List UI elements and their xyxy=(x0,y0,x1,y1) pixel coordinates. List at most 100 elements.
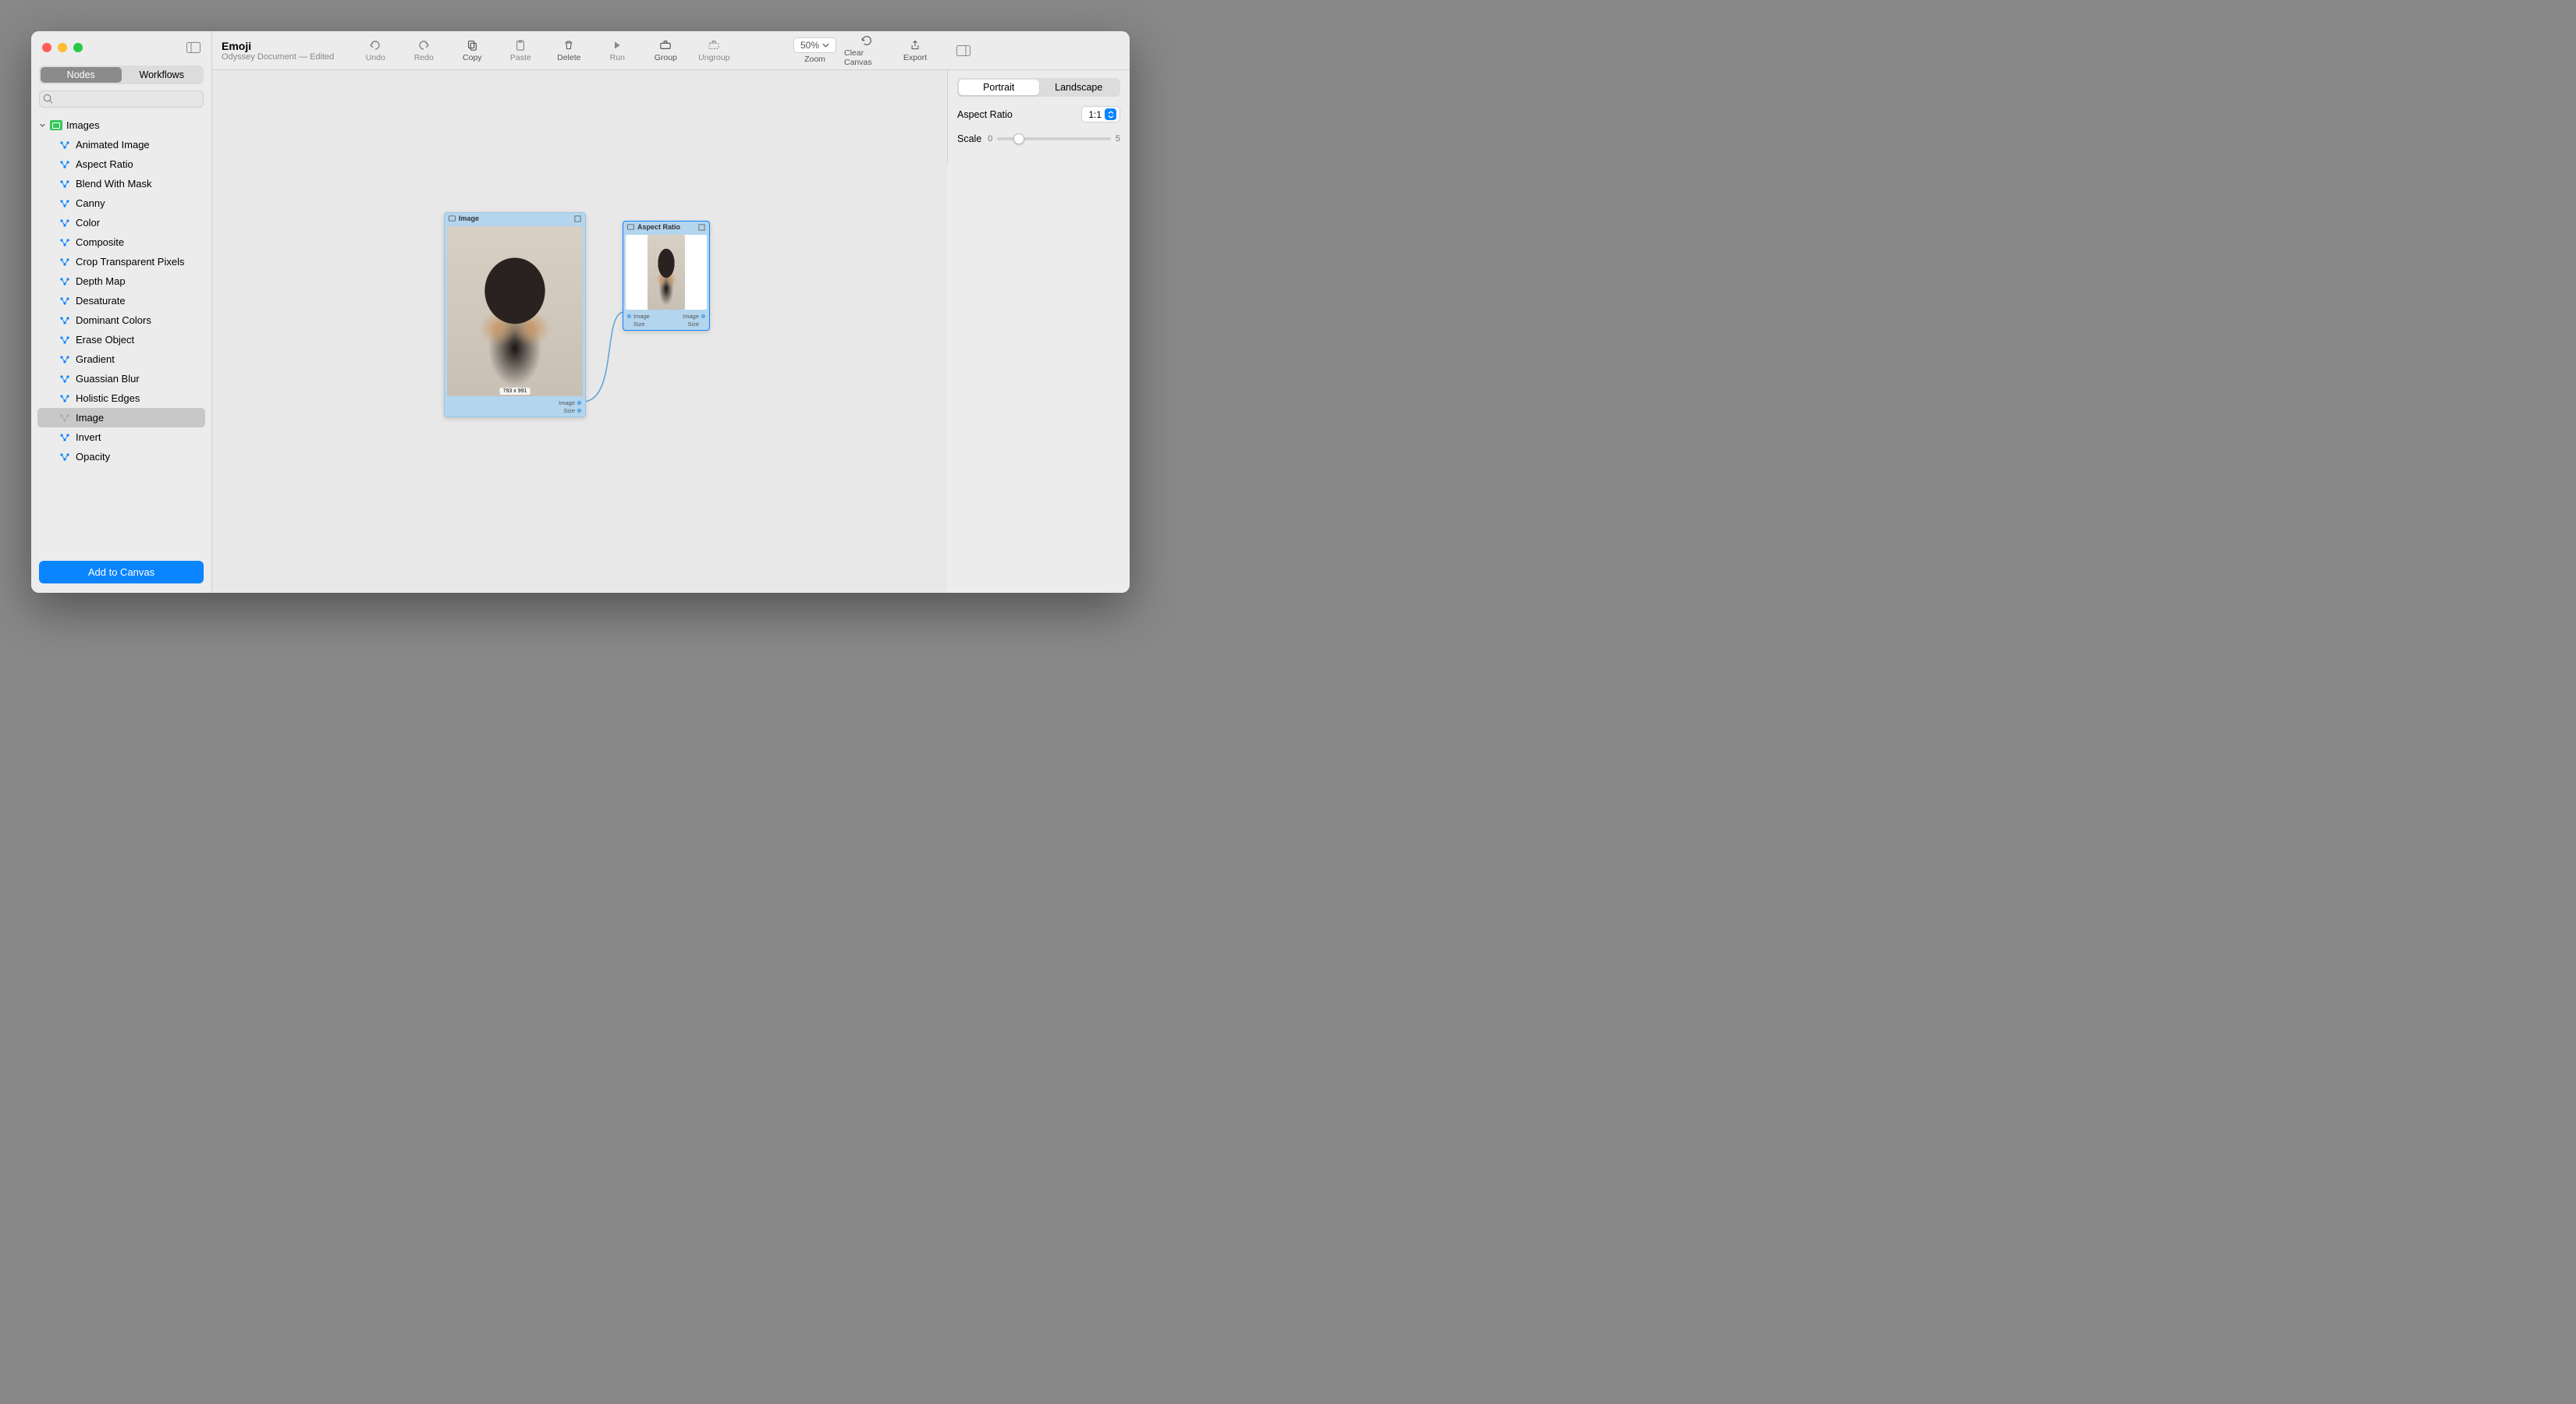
tree-item-label: Holistic Edges xyxy=(76,392,140,404)
copy-button[interactable]: Copy xyxy=(449,39,495,62)
slider-thumb[interactable] xyxy=(1013,133,1024,144)
search-icon xyxy=(43,94,53,104)
aspect-ratio-row: Aspect Ratio 1:1 xyxy=(957,106,1120,122)
search-input[interactable] xyxy=(39,90,204,108)
chevron-down-icon xyxy=(39,122,46,129)
input-port-image[interactable]: Image xyxy=(627,313,650,320)
node-tree: Images Animated Image Aspect Ratio Blend W… xyxy=(31,112,211,555)
tree-item-canny[interactable]: Canny xyxy=(37,193,205,213)
paste-button[interactable]: Paste xyxy=(498,39,543,62)
undo-button[interactable]: Undo xyxy=(353,39,398,62)
node-type-icon xyxy=(59,199,70,208)
tree-item-label: Color xyxy=(76,217,100,229)
node-type-icon xyxy=(59,160,70,169)
tree-item-color[interactable]: Color xyxy=(37,213,205,232)
toggle-right-sidebar-icon[interactable] xyxy=(956,45,970,56)
tree-item-holistic-edges[interactable]: Holistic Edges xyxy=(37,388,205,408)
ungroup-icon xyxy=(707,39,721,51)
landscape-tab[interactable]: Landscape xyxy=(1039,80,1119,95)
node-type-icon xyxy=(59,374,70,384)
image-icon xyxy=(627,224,634,230)
tree-item-depth-map[interactable]: Depth Map xyxy=(37,271,205,291)
tree-item-aspect-ratio[interactable]: Aspect Ratio xyxy=(37,154,205,174)
close-window-button[interactable] xyxy=(42,43,51,52)
group-button[interactable]: Group xyxy=(643,39,688,62)
node-type-icon xyxy=(59,140,70,150)
output-port-size[interactable]: Size xyxy=(687,321,705,328)
node-type-icon xyxy=(59,452,70,462)
tree-group-label: Images xyxy=(66,119,100,131)
node-type-icon xyxy=(59,179,70,189)
image-icon xyxy=(449,215,456,222)
zoom-dropdown[interactable]: 50% xyxy=(793,37,836,53)
node-header: Aspect Ratio xyxy=(623,222,709,232)
left-sidebar: Nodes Workflows Images Animated Image Asp… xyxy=(31,31,212,593)
output-port-image[interactable]: Image xyxy=(559,399,581,406)
export-button[interactable]: Export xyxy=(892,39,938,62)
document-subtitle: Odyssey Document — Edited xyxy=(222,52,334,62)
node-image-preview: 793 x 991 xyxy=(447,226,583,396)
image-dimensions: 793 x 991 xyxy=(500,388,530,395)
tree-item-invert[interactable]: Invert xyxy=(37,427,205,447)
ungroup-button[interactable]: Ungroup xyxy=(691,39,736,62)
orientation-segmented: Portrait Landscape xyxy=(957,78,1120,97)
canvas-node-image[interactable]: Image 793 x 991 Image Size xyxy=(444,212,586,417)
run-button[interactable]: Run xyxy=(594,39,640,62)
zoom-control: 50% Zoom xyxy=(789,37,841,64)
delete-button[interactable]: Delete xyxy=(546,39,591,62)
images-folder-icon xyxy=(50,120,62,130)
expand-icon[interactable] xyxy=(574,215,581,222)
tree-item-image[interactable]: Image xyxy=(37,408,205,427)
node-type-icon xyxy=(59,335,70,345)
node-image-preview xyxy=(626,235,707,310)
tree-group-images[interactable]: Images xyxy=(36,115,207,135)
aspect-ratio-label: Aspect Ratio xyxy=(957,109,1013,120)
clear-canvas-button[interactable]: Clear Canvas xyxy=(844,34,889,67)
tree-item-desaturate[interactable]: Desaturate xyxy=(37,291,205,310)
scale-row: Scale 0 5 xyxy=(957,133,1120,144)
tree-item-composite[interactable]: Composite xyxy=(37,232,205,252)
scale-slider[interactable] xyxy=(997,137,1110,140)
portrait-tab[interactable]: Portrait xyxy=(959,80,1039,95)
tree-item-label: Desaturate xyxy=(76,295,126,307)
inspector-toolbar xyxy=(947,31,1130,70)
toggle-left-sidebar-icon[interactable] xyxy=(186,42,200,53)
tree-item-animated-image[interactable]: Animated Image xyxy=(37,135,205,154)
scale-label: Scale xyxy=(957,133,981,144)
node-type-icon xyxy=(59,218,70,228)
tree-item-label: Aspect Ratio xyxy=(76,158,133,170)
node-type-icon xyxy=(59,296,70,306)
tree-item-gradient[interactable]: Gradient xyxy=(37,349,205,369)
tree-item-dominant-colors[interactable]: Dominant Colors xyxy=(37,310,205,330)
tree-item-label: Gradient xyxy=(76,353,115,365)
tab-workflows[interactable]: Workflows xyxy=(122,67,203,83)
node-type-icon xyxy=(59,277,70,286)
node-type-icon xyxy=(59,238,70,247)
output-port-image[interactable]: Image xyxy=(683,313,705,320)
tab-nodes[interactable]: Nodes xyxy=(41,67,122,83)
tree-item-blend-with-mask[interactable]: Blend With Mask xyxy=(37,174,205,193)
scale-min: 0 xyxy=(988,134,992,144)
tree-item-guassian-blur[interactable]: Guassian Blur xyxy=(37,369,205,388)
main-area: Emoji Odyssey Document — Edited Undo Red… xyxy=(212,31,947,593)
node-type-icon xyxy=(59,433,70,442)
expand-icon[interactable] xyxy=(698,224,705,231)
tree-item-crop-transparent-pixels[interactable]: Crop Transparent Pixels xyxy=(37,252,205,271)
tree-item-label: Crop Transparent Pixels xyxy=(76,256,184,268)
canvas[interactable]: Image 793 x 991 Image Size xyxy=(212,70,947,593)
redo-button[interactable]: Redo xyxy=(401,39,446,62)
minimize-window-button[interactable] xyxy=(58,43,67,52)
tree-item-label: Composite xyxy=(76,236,124,248)
tree-item-label: Image xyxy=(76,412,104,424)
add-to-canvas-button[interactable]: Add to Canvas xyxy=(39,561,204,583)
input-port-size[interactable]: Size xyxy=(627,321,650,328)
tree-item-label: Blend With Mask xyxy=(76,178,152,190)
tree-item-opacity[interactable]: Opacity xyxy=(37,447,205,466)
canvas-node-aspect-ratio[interactable]: Aspect Ratio Image Size Image Size xyxy=(623,221,710,331)
aspect-ratio-dropdown[interactable]: 1:1 xyxy=(1081,106,1120,122)
fullscreen-window-button[interactable] xyxy=(73,43,83,52)
output-port-size[interactable]: Size xyxy=(563,407,581,414)
scale-max: 5 xyxy=(1116,134,1120,144)
tree-item-erase-object[interactable]: Erase Object xyxy=(37,330,205,349)
search-wrap xyxy=(39,90,204,108)
